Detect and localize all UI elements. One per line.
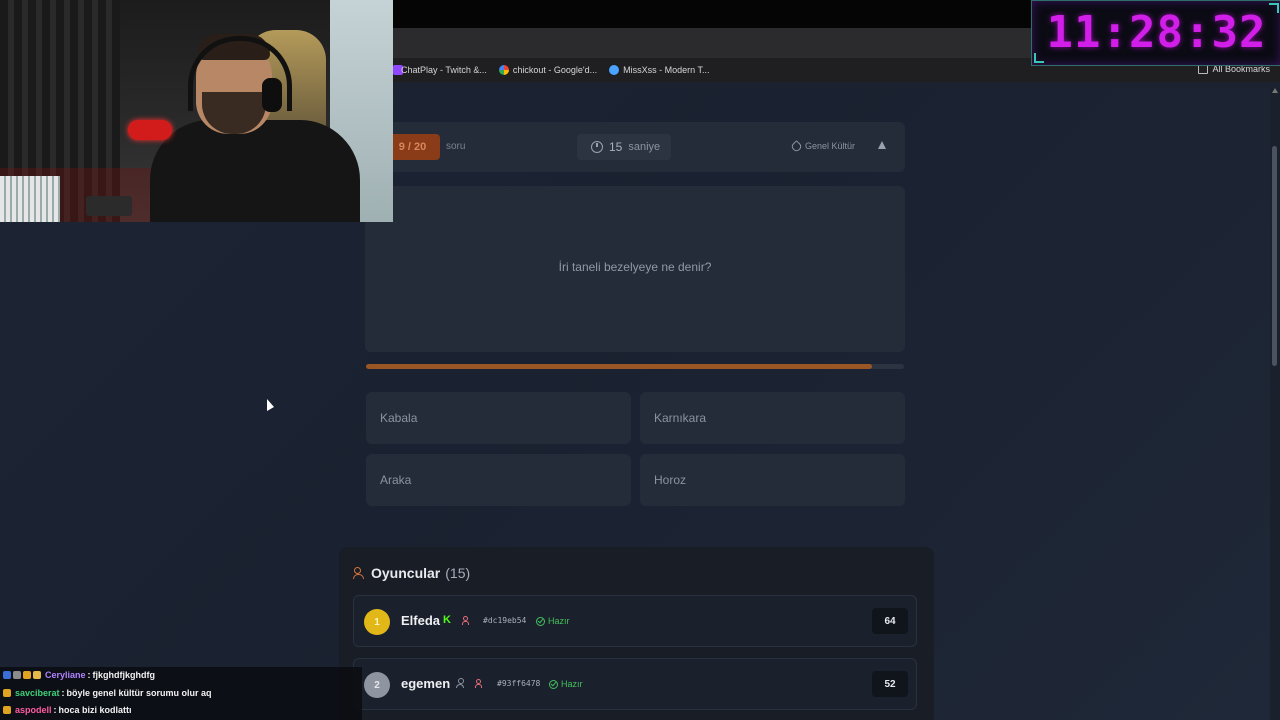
chat-separator: : [87, 670, 91, 680]
ready-status: Hazır [549, 679, 583, 689]
player-id: #93ff6478 [497, 679, 541, 688]
keyboard-icon [0, 176, 60, 222]
chat-text: fjkghdfjkghdfg [92, 670, 156, 680]
chat-text: hoca bizi kodlattı [58, 705, 132, 715]
stream-chat: Ceryliane : fjkghdfjkghdfg savciberat : … [0, 667, 362, 720]
bookmark-chickout[interactable]: chickout - Google'd... [498, 65, 598, 75]
page-scrollbar[interactable] [1270, 88, 1280, 720]
bookmark-missxss[interactable]: MissXss - Modern T... [609, 65, 710, 75]
player-row: 2 egemen #93ff6478 Hazır 52 [353, 658, 917, 710]
bookmark-chatplay[interactable]: ChatPlay - Twitch &... [393, 65, 487, 75]
kick-user-icon[interactable] [475, 679, 484, 689]
kick-icon: K [443, 614, 451, 626]
player-score: 52 [872, 671, 908, 697]
ready-label: Hazır [561, 679, 583, 689]
chat-username[interactable]: Ceryliane [45, 670, 86, 680]
players-count: (15) [445, 565, 471, 581]
question-timer: 15 saniye [577, 134, 671, 160]
players-title: Oyuncular [371, 565, 441, 581]
chat-separator: : [53, 705, 57, 715]
chat-username[interactable]: savciberat [15, 688, 60, 698]
chat-text: böyle genel kültür sorumu olur aq [66, 688, 212, 698]
player-score: 64 [872, 608, 908, 634]
quiz-header: 9 / 20 soru 15 saniye Genel Kültür [365, 122, 905, 172]
time-remaining-bar [366, 364, 904, 369]
scrollbar-thumb[interactable] [1272, 146, 1277, 366]
badge-icon [3, 706, 11, 714]
bookmark-label: MissXss - Modern T... [623, 65, 710, 75]
badge-icon [23, 671, 31, 679]
answer-option-1[interactable]: Kabala [366, 392, 631, 444]
kick-user-icon[interactable] [462, 616, 471, 626]
chat-message: savciberat : böyle genel kültür sorumu o… [3, 688, 212, 698]
answer-option-3[interactable]: Araka [366, 454, 631, 506]
player-id: #dc19eb54 [483, 616, 527, 625]
ready-status: Hazır [536, 616, 570, 626]
headset-earcup [262, 78, 282, 112]
timer-value: 15 [609, 140, 623, 154]
clock-icon [591, 141, 603, 153]
microphone-icon [128, 120, 172, 140]
site-icon [609, 65, 620, 75]
bookmark-label: chickout - Google'd... [512, 65, 598, 75]
badge-icon [3, 671, 11, 679]
chat-message: aspodell : hoca bizi kodlattı [3, 705, 132, 715]
players-heading: Oyuncular (15) [353, 565, 470, 581]
players-panel: Oyuncular (15) 1 Elfeda K #dc19eb54 Hazı… [339, 547, 934, 720]
check-circle-icon [549, 679, 558, 689]
category-label: Genel Kültür [805, 141, 856, 151]
chat-username[interactable]: aspodell [15, 705, 52, 715]
question-card: İri taneli bezelyeye ne denir? [365, 186, 905, 352]
timer-unit: saniye [628, 141, 661, 153]
clock-corner [1034, 53, 1044, 63]
badge-icon [13, 671, 21, 679]
chat-separator: : [61, 688, 65, 698]
ready-label: Hazır [548, 616, 570, 626]
question-text: İri taneli bezelyeye ne denir? [558, 260, 712, 274]
stream-clock: 11:28:32 [1031, 0, 1280, 66]
phone-icon [86, 196, 132, 216]
player-row: 1 Elfeda K #dc19eb54 Hazır 64 [353, 595, 917, 647]
answer-option-4[interactable]: Horoz [640, 454, 905, 506]
tag-icon [790, 139, 803, 153]
clock-corner [1269, 3, 1279, 13]
clock-time: 11:28:32 [1046, 7, 1267, 58]
question-progress-badge: 9 / 20 [385, 134, 440, 160]
category-tag: Genel Kültür [790, 139, 856, 153]
google-icon [498, 65, 509, 75]
scroll-up-arrow-icon[interactable] [1272, 88, 1278, 93]
rank-badge: 1 [364, 609, 390, 635]
user-icon [456, 678, 464, 689]
webcam-person-body [150, 120, 360, 222]
progress-suffix: soru [446, 141, 466, 152]
player-name: Elfeda [401, 613, 441, 628]
rank-badge: 2 [364, 672, 390, 698]
report-warning-icon[interactable] [878, 141, 886, 149]
webcam-overlay [0, 0, 393, 222]
chat-message: Ceryliane : fjkghdfjkghdfg [3, 670, 155, 680]
answer-option-2[interactable]: Karnıkara [640, 392, 905, 444]
badge-icon [33, 671, 41, 679]
check-circle-icon [536, 616, 545, 626]
player-name: egemen [401, 676, 451, 691]
badge-icon [3, 689, 11, 697]
content-top-edge [393, 82, 1280, 88]
bookmark-label: ChatPlay - Twitch &... [401, 65, 487, 75]
users-icon [353, 567, 366, 579]
time-remaining-fill [366, 364, 872, 369]
